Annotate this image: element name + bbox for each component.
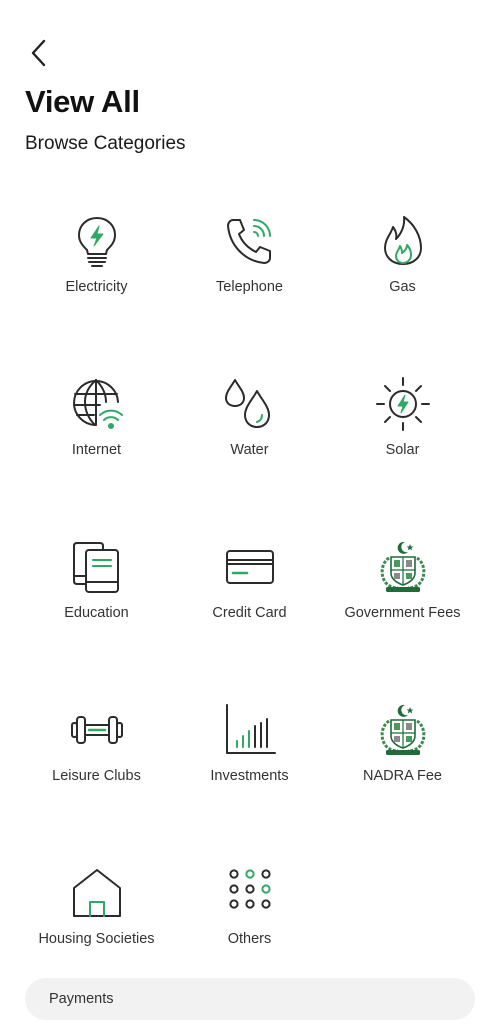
category-gas[interactable]: Gas bbox=[326, 212, 479, 375]
category-label: Government Fees bbox=[344, 605, 461, 621]
back-button[interactable] bbox=[22, 36, 56, 70]
pakistan-emblem-icon bbox=[374, 538, 432, 596]
category-leisure-clubs[interactable]: Leisure Clubs bbox=[20, 701, 173, 864]
books-icon bbox=[68, 538, 126, 596]
category-label: Leisure Clubs bbox=[52, 768, 141, 784]
category-investments[interactable]: Investments bbox=[173, 701, 326, 864]
category-government-fees[interactable]: Government Fees bbox=[326, 538, 479, 701]
category-label: Electricity bbox=[65, 279, 128, 295]
water-drops-icon bbox=[221, 375, 279, 433]
dumbbell-icon bbox=[68, 701, 126, 759]
page-title: View All bbox=[25, 84, 140, 119]
house-icon bbox=[68, 864, 126, 922]
credit-card-icon bbox=[221, 538, 279, 596]
globe-wifi-icon bbox=[68, 375, 126, 433]
page-subtitle: Browse Categories bbox=[25, 133, 186, 154]
category-telephone[interactable]: Telephone bbox=[173, 212, 326, 375]
category-label: Water bbox=[230, 442, 269, 458]
category-label: Housing Societies bbox=[38, 931, 155, 947]
category-label: Education bbox=[64, 605, 129, 621]
category-education[interactable]: Education bbox=[20, 538, 173, 701]
category-solar[interactable]: Solar bbox=[326, 375, 479, 538]
sun-bolt-icon bbox=[374, 375, 432, 433]
phone-signal-icon bbox=[221, 212, 279, 270]
category-nadra-fee[interactable]: NADRA Fee bbox=[326, 701, 479, 864]
flame-icon bbox=[374, 212, 432, 270]
category-label: NADRA Fee bbox=[363, 768, 442, 784]
category-label: Internet bbox=[71, 442, 122, 458]
category-label: Gas bbox=[389, 279, 416, 295]
payments-bar[interactable]: Payments bbox=[25, 978, 475, 1020]
category-label: Solar bbox=[385, 442, 420, 458]
category-internet[interactable]: Internet bbox=[20, 375, 173, 538]
payments-label: Payments bbox=[49, 991, 114, 1007]
chevron-left-icon bbox=[31, 39, 46, 67]
category-label: Others bbox=[227, 931, 272, 947]
lightbulb-bolt-icon bbox=[68, 212, 126, 270]
dots-grid-icon bbox=[221, 864, 279, 922]
category-electricity[interactable]: Electricity bbox=[20, 212, 173, 375]
bar-chart-icon bbox=[221, 701, 279, 759]
category-credit-card[interactable]: Credit Card bbox=[173, 538, 326, 701]
category-water[interactable]: Water bbox=[173, 375, 326, 538]
pakistan-emblem-icon bbox=[374, 701, 432, 759]
category-label: Credit Card bbox=[212, 605, 287, 621]
category-label: Telephone bbox=[216, 279, 283, 295]
category-grid: Electricity Telephone Gas Internet Water… bbox=[20, 212, 480, 1027]
category-label: Investments bbox=[210, 768, 289, 784]
